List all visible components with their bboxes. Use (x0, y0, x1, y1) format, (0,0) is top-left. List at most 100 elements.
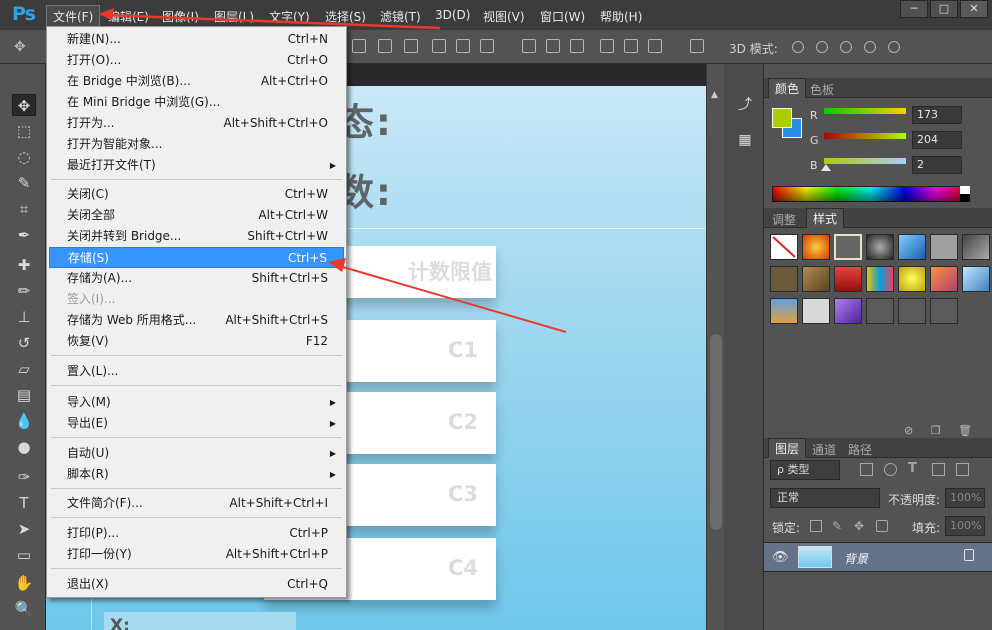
distribute-top-icon[interactable] (522, 39, 536, 53)
3d-orbit-icon[interactable] (792, 41, 804, 53)
channel-g-slider[interactable] (824, 133, 906, 139)
menu-edit[interactable]: 编辑(E) (108, 8, 149, 25)
menu-item-browse-mini-bridge[interactable]: 在 Mini Bridge 中浏览(G)... (49, 92, 344, 113)
crop-tool-icon[interactable]: ⌗ (12, 198, 36, 220)
new-style-icon[interactable]: ❐ (931, 424, 941, 437)
distribute-bottom-icon[interactable] (570, 39, 584, 53)
menu-item-open-smart-object[interactable]: 打开为智能对象... (49, 134, 344, 155)
rectangle-tool-icon[interactable]: ▭ (12, 544, 36, 566)
menu-item-print[interactable]: 打印(P)... Ctrl+P (49, 523, 344, 544)
style-swatch[interactable] (802, 266, 830, 292)
dodge-tool-icon[interactable]: ● (12, 436, 36, 458)
tab-styles[interactable]: 样式 (806, 208, 845, 228)
style-swatch[interactable] (834, 298, 862, 324)
menu-item-new[interactable]: 新建(N)... Ctrl+N (49, 29, 344, 50)
style-swatch[interactable] (898, 234, 926, 260)
hand-tool-icon[interactable]: ✋ (12, 572, 36, 594)
filter-type-icon[interactable]: T (908, 462, 921, 476)
align-right-icon[interactable] (480, 39, 494, 53)
align-top-icon[interactable] (352, 39, 366, 53)
lock-transparency-icon[interactable] (810, 520, 822, 532)
style-swatch[interactable] (802, 298, 830, 324)
style-swatch[interactable] (898, 266, 926, 292)
layer-filter-kind[interactable]: ρ 类型 (770, 460, 840, 480)
3d-scale-icon[interactable] (888, 41, 900, 53)
history-panel-icon[interactable]: ⤴ (736, 94, 754, 113)
menu-item-automate[interactable]: 自动(U) ▶ (49, 443, 344, 464)
pen-tool-icon[interactable]: ✑ (12, 466, 36, 488)
opacity-input[interactable]: 100% (945, 488, 985, 508)
channel-g-input[interactable]: 204 (912, 131, 962, 149)
3d-slide-icon[interactable] (864, 41, 876, 53)
align-bottom-icon[interactable] (404, 39, 418, 53)
style-swatch[interactable] (770, 298, 798, 324)
style-swatch[interactable] (834, 266, 862, 292)
style-none-swatch[interactable] (770, 234, 798, 260)
tab-layers[interactable]: 图层 (768, 438, 807, 458)
menu-item-close-all[interactable]: 关闭全部 Alt+Ctrl+W (49, 205, 344, 226)
minimize-button[interactable]: ─ (900, 0, 928, 18)
menu-help[interactable]: 帮助(H) (600, 8, 642, 25)
lock-pixels-icon[interactable]: ✎ (832, 520, 844, 532)
tab-swatches[interactable]: 色板 (810, 81, 834, 98)
3d-pan-icon[interactable] (840, 41, 852, 53)
visibility-eye-icon[interactable]: 👁 (772, 550, 789, 565)
style-swatch[interactable] (834, 234, 862, 260)
menu-item-open[interactable]: 打开(O)... Ctrl+O (49, 50, 344, 71)
menu-item-save-for-web[interactable]: 存储为 Web 所用格式... Alt+Shift+Ctrl+S (49, 310, 344, 331)
menu-item-close-go-bridge[interactable]: 关闭并转到 Bridge... Shift+Ctrl+W (49, 226, 344, 247)
menu-filter[interactable]: 滤镜(T) (380, 8, 421, 25)
clone-stamp-tool-icon[interactable]: ⊥ (12, 306, 36, 328)
menu-item-browse-bridge[interactable]: 在 Bridge 中浏览(B)... Alt+Ctrl+O (49, 71, 344, 92)
layer-row-background[interactable]: 👁 背景 (764, 542, 992, 572)
distribute-vcenter-icon[interactable] (546, 39, 560, 53)
menu-item-recent-files[interactable]: 最近打开文件(T) ▶ (49, 155, 344, 176)
tab-paths[interactable]: 路径 (848, 441, 872, 458)
zoom-tool-icon[interactable]: 🔍 (12, 598, 36, 620)
style-swatch[interactable] (962, 266, 990, 292)
menu-3d[interactable]: 3D(D) (435, 8, 470, 22)
vertical-scrollbar[interactable]: ▲ (706, 64, 724, 630)
foreground-color-swatch[interactable] (772, 108, 792, 128)
align-left-icon[interactable] (432, 39, 446, 53)
channel-b-knob[interactable] (821, 164, 831, 171)
close-button[interactable]: ✕ (960, 0, 988, 18)
delete-style-icon[interactable]: 🗑 (958, 424, 972, 437)
channel-b-slider[interactable] (824, 158, 906, 164)
move-tool-icon[interactable]: ✥ (12, 94, 36, 116)
style-swatch[interactable] (930, 266, 958, 292)
filter-smart-object-icon[interactable] (956, 463, 969, 476)
channel-b-input[interactable]: 2 (912, 156, 962, 174)
menu-image[interactable]: 图像(I) (162, 8, 199, 25)
menu-item-print-one[interactable]: 打印一份(Y) Alt+Shift+Ctrl+P (49, 544, 344, 565)
menu-item-place[interactable]: 置入(L)... (49, 361, 344, 382)
clear-style-icon[interactable]: ⊘ (904, 424, 913, 437)
menu-item-export[interactable]: 导出(E) ▶ (49, 413, 344, 434)
style-swatch[interactable] (866, 266, 894, 292)
menu-item-exit[interactable]: 退出(X) Ctrl+Q (49, 574, 344, 595)
fill-input[interactable]: 100% (945, 516, 985, 536)
marquee-tool-icon[interactable]: ⬚ (12, 120, 36, 142)
style-swatch[interactable] (866, 298, 894, 324)
menu-view[interactable]: 视图(V) (483, 8, 525, 25)
eyedropper-tool-icon[interactable]: ✒ (12, 224, 36, 246)
menu-select[interactable]: 选择(S) (325, 8, 366, 25)
type-tool-icon[interactable]: T (12, 492, 36, 514)
lock-all-icon[interactable] (876, 520, 888, 532)
maximize-button[interactable]: □ (930, 0, 958, 18)
properties-panel-icon[interactable]: ▦ (736, 132, 754, 150)
move-tool-icon[interactable]: ✥ (14, 39, 28, 55)
style-swatch[interactable] (802, 234, 830, 260)
align-hcenter-icon[interactable] (456, 39, 470, 53)
layer-name[interactable]: 背景 (844, 550, 868, 567)
blend-mode-select[interactable]: 正常 (770, 488, 880, 508)
menu-layer[interactable]: 图层(L) (214, 8, 254, 25)
menu-item-save[interactable]: 存储(S) Ctrl+S (49, 247, 344, 268)
menu-item-import[interactable]: 导入(M) ▶ (49, 392, 344, 413)
brush-tool-icon[interactable]: ✏ (12, 280, 36, 302)
quick-select-tool-icon[interactable]: ✎ (12, 172, 36, 194)
style-swatch[interactable] (930, 234, 958, 260)
spectrum-black-white[interactable] (960, 186, 970, 202)
channel-r-input[interactable]: 173 (912, 106, 962, 124)
blur-tool-icon[interactable]: 💧 (12, 410, 36, 432)
